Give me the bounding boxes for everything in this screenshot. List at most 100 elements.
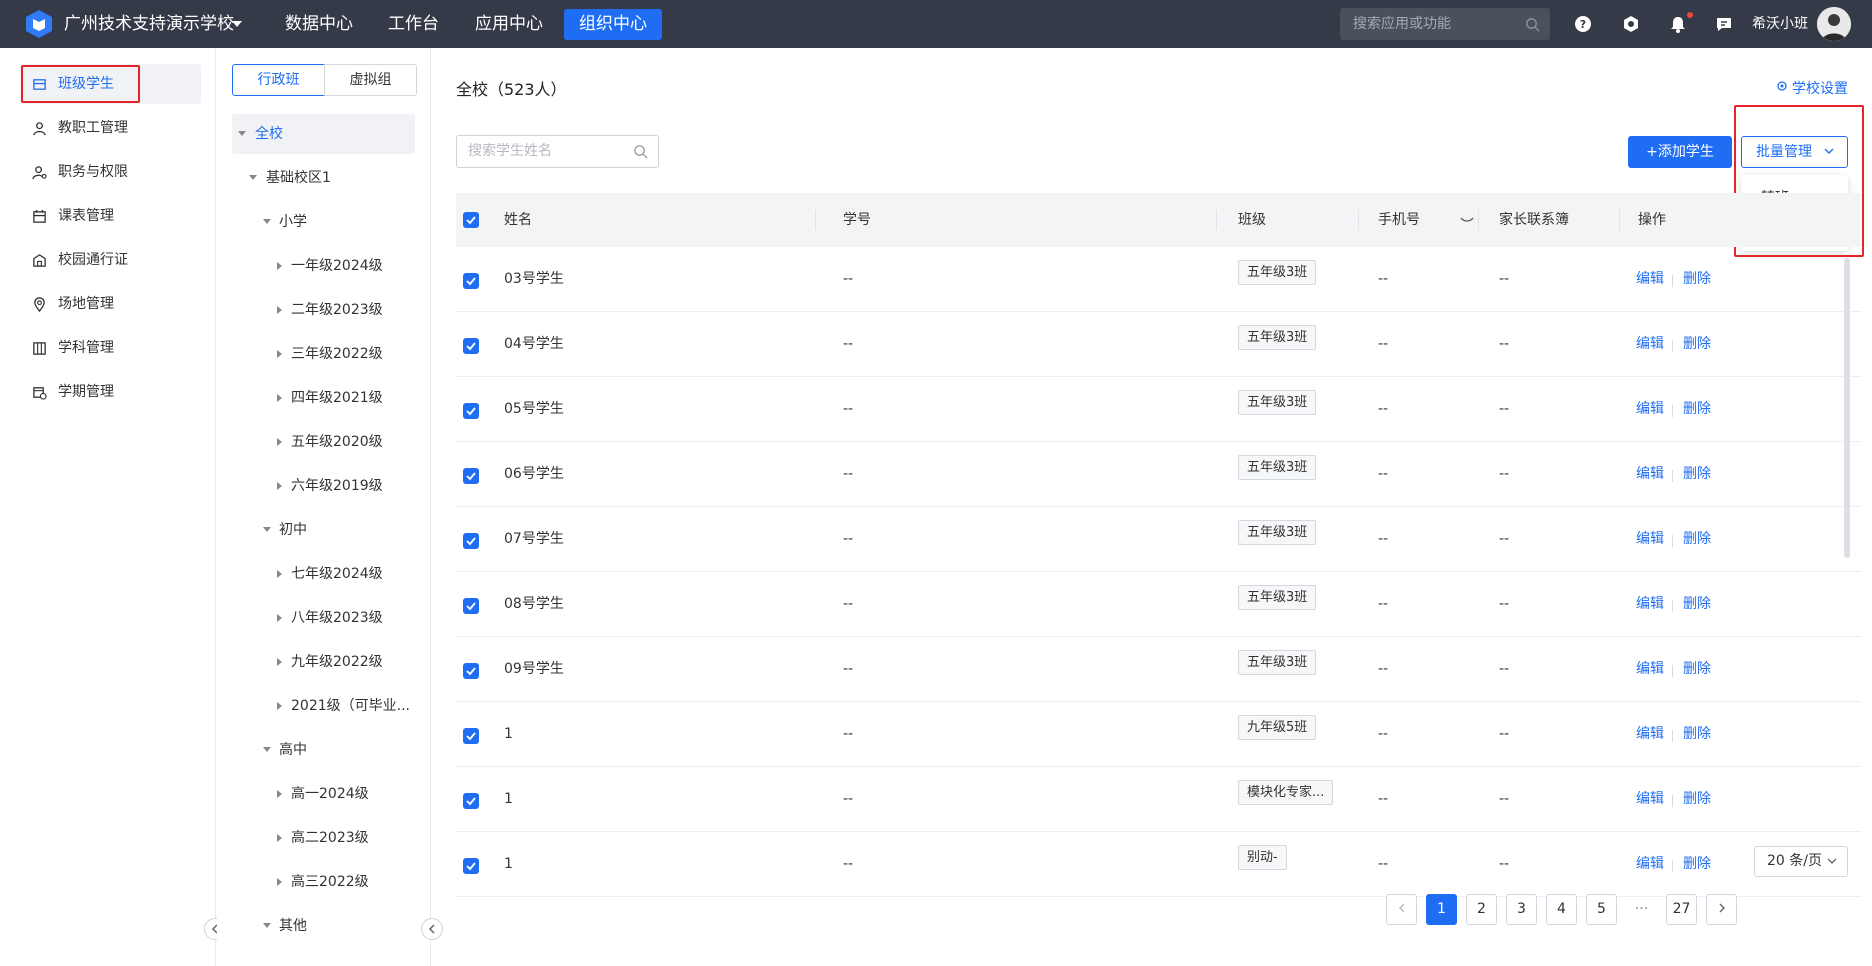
caret-right-icon[interactable] (277, 306, 282, 314)
tree-node[interactable]: 基础校区1 (232, 158, 415, 198)
edit-link[interactable]: 编辑 (1636, 637, 1664, 702)
tree-node[interactable]: 三年级2022级 (232, 334, 415, 374)
tab-virtual-group[interactable]: 虚拟组 (324, 64, 417, 96)
table-row[interactable]: 1 -- 模块化专家... -- -- 编辑 删除 (456, 767, 1861, 832)
student-search-input[interactable]: 搜索学生姓名 (456, 135, 659, 168)
caret-right-icon[interactable] (277, 350, 282, 358)
tree-node[interactable]: 初中 (232, 510, 415, 550)
caret-right-icon[interactable] (277, 658, 282, 666)
page-button[interactable]: 4 (1546, 894, 1577, 925)
row-checkbox[interactable] (463, 468, 479, 484)
caret-right-icon[interactable] (277, 482, 282, 490)
tree-node[interactable]: 高二2023级 (232, 818, 415, 858)
tree-node[interactable]: 高三2022级 (232, 862, 415, 902)
row-checkbox[interactable] (463, 338, 479, 354)
settings-icon[interactable] (1620, 13, 1642, 35)
caret-right-icon[interactable] (277, 438, 282, 446)
edit-link[interactable]: 编辑 (1636, 767, 1664, 832)
caret-right-icon[interactable] (277, 834, 282, 842)
table-scrollbar[interactable] (1844, 258, 1850, 558)
table-row[interactable]: 1 -- 别动- -- -- 编辑 删除 (456, 832, 1861, 897)
sidebar-item-staff[interactable]: 教职工管理 (20, 108, 201, 148)
tree-node[interactable]: 高中 (232, 730, 415, 770)
delete-link[interactable]: 删除 (1683, 702, 1711, 767)
caret-right-icon[interactable] (277, 878, 282, 886)
page-size-select[interactable]: 20 条/页 (1754, 846, 1848, 877)
edit-link[interactable]: 编辑 (1636, 442, 1664, 507)
tree-node[interactable]: 五年级2020级 (232, 422, 415, 462)
tab-admin-class[interactable]: 行政班 (232, 64, 325, 96)
help-icon[interactable]: ? (1572, 13, 1594, 35)
tree-node[interactable]: 二年级2023级 (232, 290, 415, 330)
table-row[interactable]: 06号学生 -- 五年级3班 -- -- 编辑 删除 (456, 442, 1861, 507)
caret-right-icon[interactable] (277, 394, 282, 402)
sidebar-item-schedule[interactable]: 课表管理 (20, 196, 201, 236)
edit-link[interactable]: 编辑 (1636, 832, 1664, 897)
row-checkbox[interactable] (463, 403, 479, 419)
tree-node[interactable]: 其他 (232, 906, 415, 946)
tree-node[interactable]: 小学 (232, 202, 415, 242)
eye-closed-icon[interactable] (1460, 217, 1474, 223)
page-button[interactable]: 27 (1666, 894, 1697, 925)
caret-right-icon[interactable] (277, 614, 282, 622)
table-row[interactable]: 09号学生 -- 五年级3班 -- -- 编辑 删除 (456, 637, 1861, 702)
sidebar-item-subject[interactable]: 学科管理 (20, 328, 201, 368)
caret-down-icon[interactable] (263, 527, 271, 532)
tree-node[interactable]: 2021级（可毕业... (232, 686, 415, 726)
tree-node[interactable]: 高一2024级 (232, 774, 415, 814)
row-checkbox[interactable] (463, 728, 479, 744)
edit-link[interactable]: 编辑 (1636, 247, 1664, 312)
row-checkbox[interactable] (463, 533, 479, 549)
nav-app-center[interactable]: 应用中心 (460, 9, 558, 40)
delete-link[interactable]: 删除 (1683, 507, 1711, 572)
caret-right-icon[interactable] (277, 262, 282, 270)
message-icon[interactable] (1713, 13, 1735, 35)
tree-node[interactable]: 七年级2024级 (232, 554, 415, 594)
sidebar-item-semester[interactable]: 学期管理 (20, 372, 201, 412)
table-row[interactable]: 08号学生 -- 五年级3班 -- -- 编辑 删除 (456, 572, 1861, 637)
delete-link[interactable]: 删除 (1683, 247, 1711, 312)
select-all-checkbox[interactable] (463, 212, 479, 228)
caret-down-icon[interactable] (232, 21, 242, 27)
page-button[interactable]: 5 (1586, 894, 1617, 925)
delete-link[interactable]: 删除 (1683, 767, 1711, 832)
page-button[interactable]: 3 (1506, 894, 1537, 925)
caret-down-icon[interactable] (263, 747, 271, 752)
table-row[interactable]: 1 -- 九年级5班 -- -- 编辑 删除 (456, 702, 1861, 767)
delete-link[interactable]: 删除 (1683, 637, 1711, 702)
caret-down-icon[interactable] (249, 175, 257, 180)
edit-link[interactable]: 编辑 (1636, 572, 1664, 637)
row-checkbox[interactable] (463, 273, 479, 289)
nav-org-center[interactable]: 组织中心 (564, 9, 662, 40)
caret-right-icon[interactable] (277, 702, 282, 710)
caret-right-icon[interactable] (277, 790, 282, 798)
tree-node[interactable]: 四年级2021级 (232, 378, 415, 418)
caret-right-icon[interactable] (277, 570, 282, 578)
search-icon[interactable] (633, 144, 648, 159)
edit-link[interactable]: 编辑 (1636, 312, 1664, 377)
bell-icon[interactable] (1667, 13, 1689, 35)
row-checkbox[interactable] (463, 793, 479, 809)
tree-node[interactable]: 八年级2023级 (232, 598, 415, 638)
table-row[interactable]: 03号学生 -- 五年级3班 -- -- 编辑 删除 (456, 247, 1861, 312)
app-search-input[interactable]: 搜索应用或功能 (1340, 8, 1550, 40)
caret-down-icon[interactable] (263, 923, 271, 928)
school-settings-link[interactable]: 学校设置 (1777, 78, 1848, 98)
delete-link[interactable]: 删除 (1683, 442, 1711, 507)
nav-workbench[interactable]: 工作台 (373, 9, 454, 40)
tree-node[interactable]: 九年级2022级 (232, 642, 415, 682)
delete-link[interactable]: 删除 (1683, 572, 1711, 637)
sidebar-item-roles[interactable]: 职务与权限 (20, 152, 201, 192)
tree-node[interactable]: 一年级2024级 (232, 246, 415, 286)
page-button[interactable]: 1 (1426, 894, 1457, 925)
row-checkbox[interactable] (463, 663, 479, 679)
sidebar-item-campus-pass[interactable]: 校园通行证 (20, 240, 201, 280)
user-name[interactable]: 希沃小班 (1752, 0, 1808, 48)
caret-down-icon[interactable] (238, 131, 246, 136)
prev-page-button[interactable] (1386, 894, 1417, 925)
row-checkbox[interactable] (463, 598, 479, 614)
table-row[interactable]: 05号学生 -- 五年级3班 -- -- 编辑 删除 (456, 377, 1861, 442)
delete-link[interactable]: 删除 (1683, 312, 1711, 377)
delete-link[interactable]: 删除 (1683, 377, 1711, 442)
caret-down-icon[interactable] (263, 219, 271, 224)
